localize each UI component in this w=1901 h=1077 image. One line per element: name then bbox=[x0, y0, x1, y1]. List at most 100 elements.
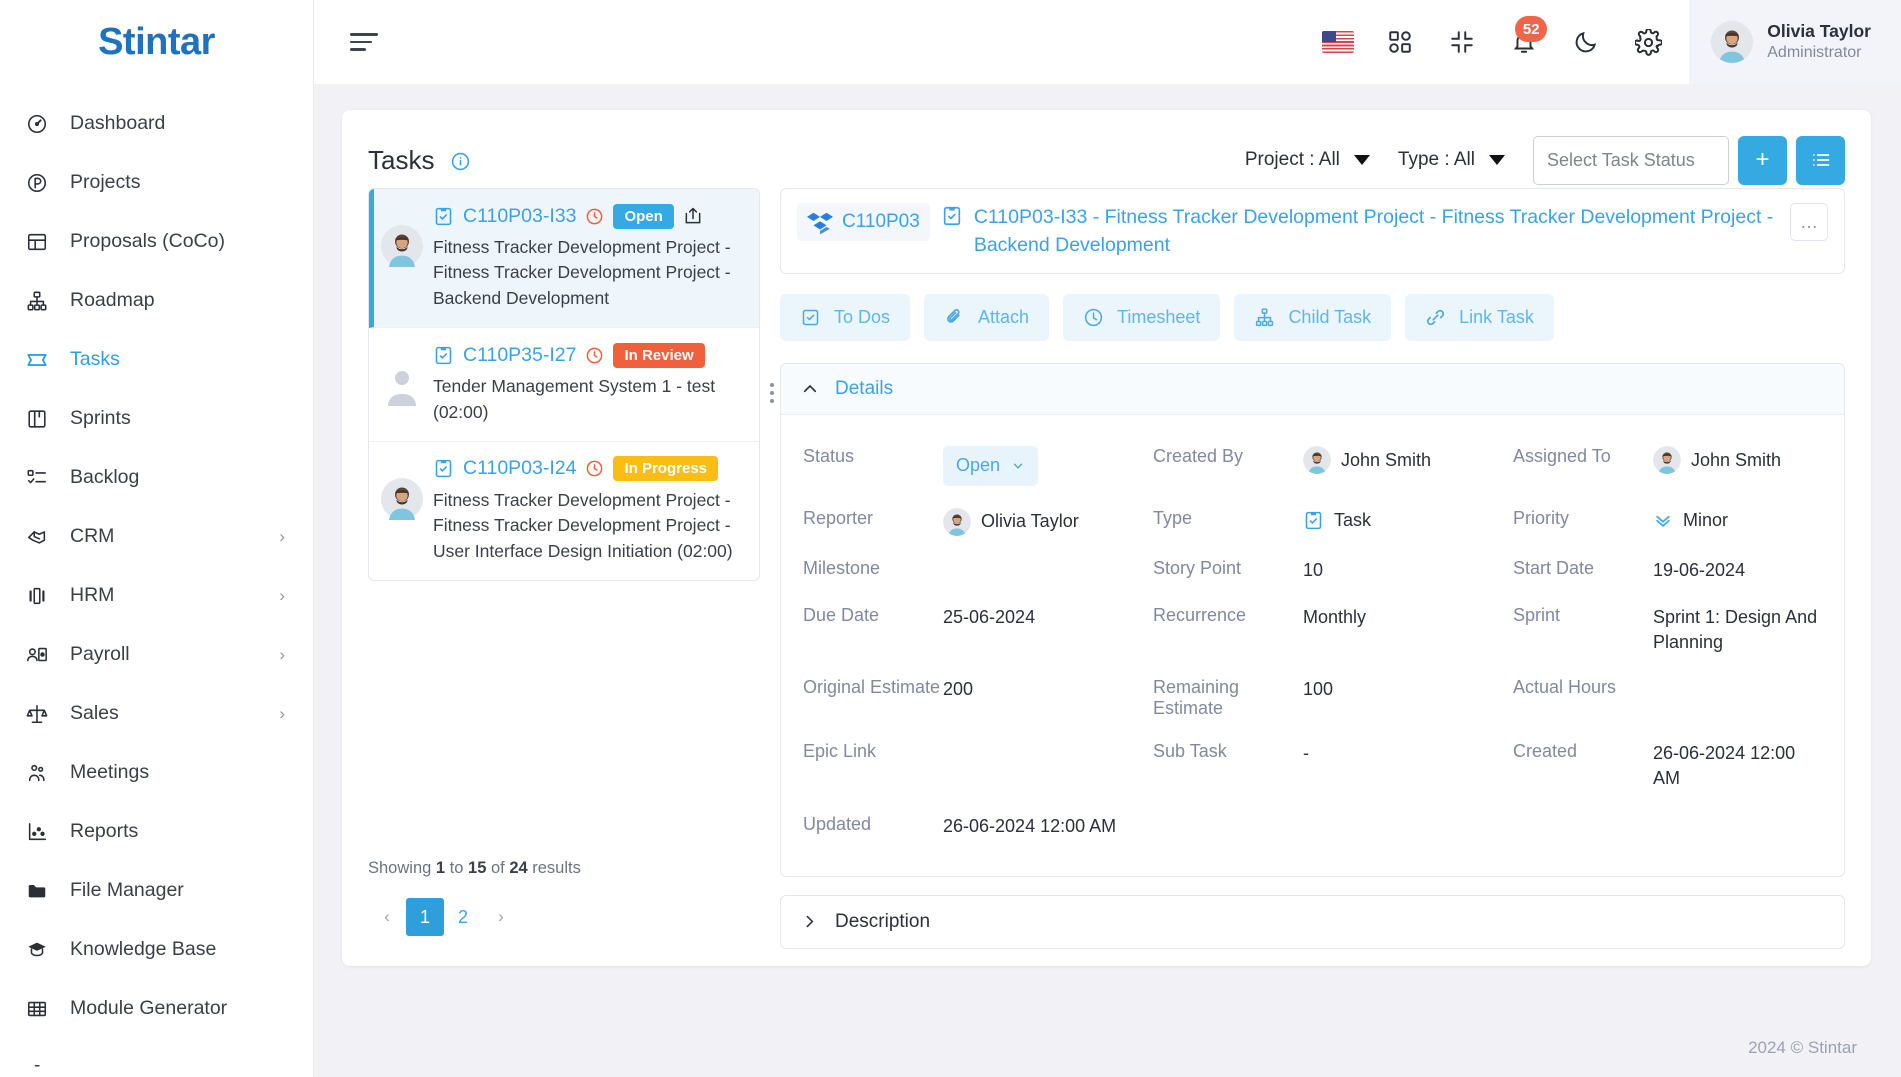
project-badge[interactable]: C110P03 bbox=[797, 203, 930, 241]
list-view-button[interactable] bbox=[1796, 135, 1845, 185]
chevron-down-icon bbox=[1353, 155, 1370, 165]
sidebar-item-module-generator[interactable]: Module Generator bbox=[0, 979, 313, 1038]
sidebar-item-label: Tasks bbox=[70, 348, 120, 370]
task-list-options-icon[interactable] bbox=[770, 383, 774, 403]
sidebar-item-dashboard[interactable]: Dashboard bbox=[0, 94, 313, 153]
tab-label: Attach bbox=[978, 307, 1030, 328]
showing-from: 1 bbox=[435, 859, 446, 877]
task-detail-title[interactable]: C110P03-I33 - Fitness Tracker Developmen… bbox=[974, 203, 1776, 259]
task-list-item[interactable]: C110P35-I27 In Review Tender Management Sy… bbox=[369, 328, 759, 442]
tab-label: Link Task bbox=[1459, 307, 1534, 328]
sidebar-item-label: Projects bbox=[70, 171, 141, 193]
field-value-epic-link bbox=[943, 730, 1153, 752]
task-code[interactable]: C110P03-I24 bbox=[463, 457, 576, 480]
tab-child-task[interactable]: Child Task bbox=[1234, 294, 1392, 342]
field-value-story-point: 10 bbox=[1303, 559, 1324, 580]
task-list-wrap: C110P03-I33 Open Fitness Tracker Developme… bbox=[368, 188, 774, 581]
brand-logo[interactable]: Stintar bbox=[0, 0, 313, 84]
pagination-page-1[interactable]: 1 bbox=[406, 898, 444, 936]
grid-apps-icon[interactable] bbox=[1369, 12, 1431, 72]
board-icon bbox=[26, 408, 56, 430]
task-detail-column: C110P03 C110P03-I33 - Fitness Tracker De… bbox=[760, 188, 1845, 966]
info-icon[interactable] bbox=[451, 152, 470, 171]
filter-type-label: Type : All bbox=[1397, 149, 1475, 170]
sidebar-item-reports[interactable]: Reports bbox=[0, 802, 313, 861]
details-panel-header[interactable]: Details bbox=[781, 364, 1844, 416]
graduation-icon bbox=[26, 939, 56, 961]
sidebar-item-label: HRM bbox=[70, 584, 115, 606]
status-dropdown[interactable]: Open bbox=[943, 446, 1039, 486]
sidebar-item-tasks[interactable]: Tasks bbox=[0, 330, 313, 389]
tab-to-dos[interactable]: To Dos bbox=[780, 294, 911, 342]
gear-icon[interactable] bbox=[1617, 12, 1679, 72]
sidebar-item-sales[interactable]: Sales › bbox=[0, 684, 313, 743]
user-menu[interactable]: Olivia Taylor Administrator bbox=[1689, 0, 1901, 84]
avatar bbox=[381, 225, 423, 311]
field-label-epic-link: Epic Link bbox=[803, 741, 877, 762]
description-panel[interactable]: Description bbox=[780, 894, 1845, 949]
sidebar-item-meetings[interactable]: Meetings bbox=[0, 743, 313, 802]
sidebar-item-label: Sprints bbox=[70, 407, 131, 429]
sidebar-item-proposals-coco[interactable]: Proposals (CoCo) bbox=[0, 212, 313, 271]
pagination-page-2[interactable]: 2 bbox=[444, 898, 482, 936]
moon-icon[interactable] bbox=[1555, 12, 1617, 72]
bell-icon[interactable]: 52 bbox=[1493, 12, 1555, 72]
share-icon[interactable] bbox=[683, 206, 703, 226]
task-item-body: C110P03-I24 In Progress Fitness Tracker De… bbox=[423, 456, 745, 564]
results-summary: Showing 1 to 15 of 24 results bbox=[368, 859, 760, 878]
pagination-area: Showing 1 to 15 of 24 results ‹ 1 2 › bbox=[368, 859, 760, 966]
sidebar-item-label: Sales bbox=[70, 702, 119, 724]
pagination-next[interactable]: › bbox=[482, 898, 520, 936]
type-value: Task bbox=[1334, 509, 1372, 530]
filter-type[interactable]: Type : All bbox=[1398, 149, 1505, 171]
field-value-sub-task: - bbox=[1303, 743, 1309, 764]
priority-value: Minor bbox=[1683, 509, 1729, 530]
priority-minor-icon bbox=[1653, 510, 1673, 530]
project-code: C110P03 bbox=[842, 211, 920, 232]
sidebar-item-projects[interactable]: Projects bbox=[0, 153, 313, 212]
checkbox-icon bbox=[800, 307, 821, 328]
sidebar-item-hrm[interactable]: HRM › bbox=[0, 566, 313, 625]
filter-project[interactable]: Project : All bbox=[1245, 149, 1370, 171]
card-header: Tasks Project : All Type: All Select Ta… bbox=[368, 132, 1845, 188]
field-value-created-by: John Smith bbox=[1303, 435, 1513, 485]
tab-attach[interactable]: Attach bbox=[924, 294, 1050, 342]
sidebar-item-roadmap[interactable]: Roadmap bbox=[0, 271, 313, 330]
sidebar-item-crm[interactable]: CRM › bbox=[0, 507, 313, 566]
user-money-icon bbox=[26, 644, 56, 666]
sidebar-item-label: Proposals (CoCo) bbox=[70, 230, 225, 252]
add-task-button[interactable]: + bbox=[1738, 135, 1787, 185]
sitemap-icon bbox=[1254, 307, 1275, 328]
tab-timesheet[interactable]: Timesheet bbox=[1063, 294, 1221, 342]
compress-icon[interactable] bbox=[1431, 12, 1493, 72]
task-code[interactable]: C110P35-I27 bbox=[463, 344, 576, 367]
status-dropdown-value: Open bbox=[956, 455, 1001, 476]
sidebar-item-file-manager[interactable]: File Manager bbox=[0, 861, 313, 920]
pagination-prev[interactable]: ‹ bbox=[368, 898, 406, 936]
sidebar-item-backlog[interactable]: Backlog bbox=[0, 448, 313, 507]
topbar-actions: 52 Olivia Taylor Administrator bbox=[1307, 0, 1901, 84]
user-name: Olivia Taylor bbox=[1767, 21, 1871, 42]
task-list-item[interactable]: C110P03-I24 In Progress Fitness Tracker De… bbox=[369, 441, 759, 580]
task-item-body: C110P35-I27 In Review Tender Management Sy… bbox=[423, 342, 745, 425]
sidebar-item-knowledge-base[interactable]: Knowledge Base bbox=[0, 920, 313, 979]
field-value-type: Task bbox=[1303, 497, 1513, 544]
clock-icon bbox=[585, 346, 604, 365]
sidebar-item-label: Reports bbox=[70, 820, 139, 842]
field-label-created-by: Created By bbox=[1153, 446, 1244, 467]
task-item-title: Fitness Tracker Development Project - Fi… bbox=[433, 489, 733, 561]
tab-link-task[interactable]: Link Task bbox=[1405, 294, 1554, 342]
field-label-priority: Priority bbox=[1513, 507, 1570, 528]
showing-mid: to bbox=[445, 859, 469, 877]
sidebar-item-sprints[interactable]: Sprints bbox=[0, 389, 313, 448]
description-panel-title: Description bbox=[835, 910, 931, 932]
sidebar-item-payroll[interactable]: Payroll › bbox=[0, 625, 313, 684]
task-status-input[interactable] bbox=[1533, 135, 1729, 185]
ellipsis-icon[interactable]: … bbox=[1790, 203, 1828, 241]
topbar: 52 Olivia Taylor Administrator bbox=[314, 0, 1901, 84]
task-code[interactable]: C110P03-I33 bbox=[463, 205, 576, 228]
task-list-item[interactable]: C110P03-I33 Open Fitness Tracker Developme… bbox=[369, 189, 759, 329]
hamburger-icon[interactable] bbox=[350, 28, 384, 56]
us-flag-icon[interactable] bbox=[1307, 12, 1369, 72]
avatar bbox=[1711, 21, 1754, 63]
